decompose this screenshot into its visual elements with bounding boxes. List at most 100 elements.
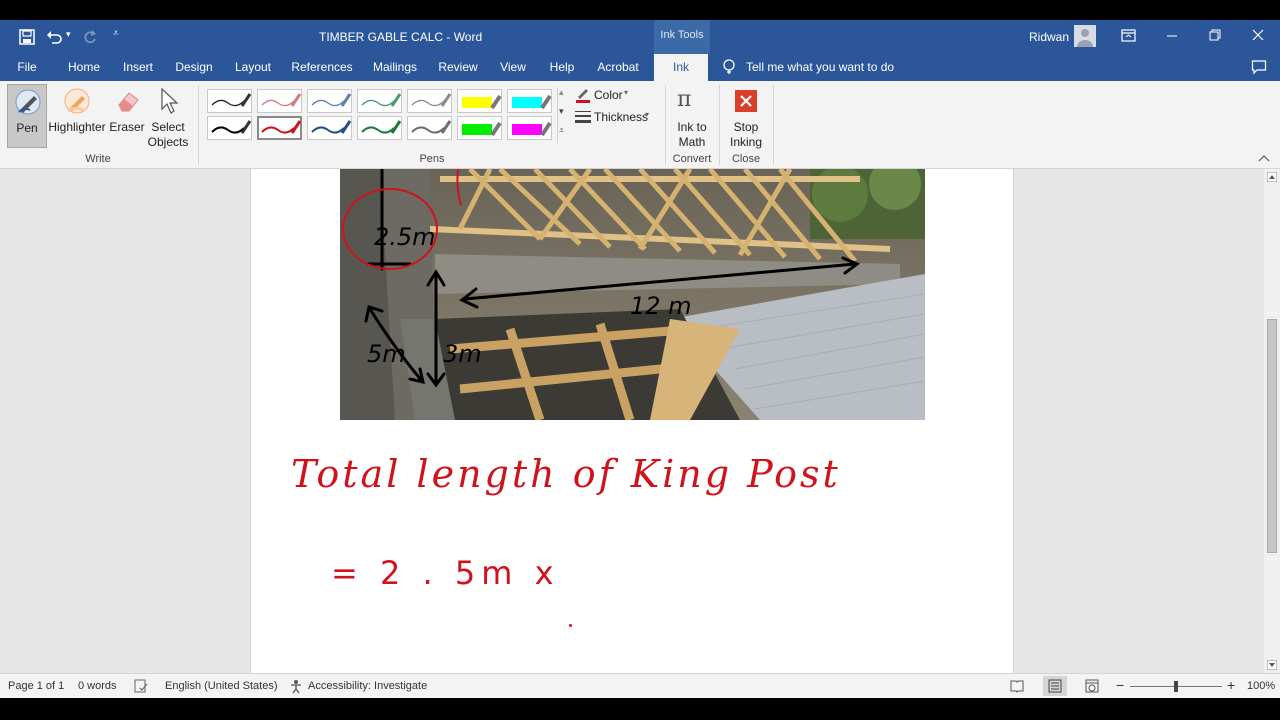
pen-swatch-grey-light[interactable] xyxy=(407,89,452,113)
scroll-down-icon[interactable] xyxy=(1267,660,1277,670)
pen-swatch-black-thin[interactable] xyxy=(207,89,252,113)
highlighter-label: Highlighter xyxy=(48,120,106,134)
highlighter-swatch-yellow[interactable] xyxy=(457,89,502,113)
tab-home[interactable]: Home xyxy=(62,54,106,81)
collapse-ribbon-icon[interactable] xyxy=(1258,154,1270,162)
scroll-up-icon[interactable] xyxy=(1267,172,1277,182)
user-name[interactable]: Ridwan xyxy=(1029,30,1069,44)
pen-label: Pen xyxy=(16,121,38,135)
highlighter-swatch-cyan[interactable] xyxy=(507,89,552,113)
ink-to-math-label-1: Ink to xyxy=(677,120,707,134)
pen-swatch-pink[interactable] xyxy=(257,89,302,113)
separator xyxy=(773,85,774,165)
thickness-dropdown[interactable]: Thickness ▾ xyxy=(575,108,660,126)
ribbon-display-icon[interactable] xyxy=(1121,29,1137,43)
highlighter-swatch-green[interactable] xyxy=(457,116,502,140)
ink-tools-context-header: Ink Tools xyxy=(654,20,710,54)
highlighter-icon xyxy=(64,88,90,114)
wall-annotation: 3m xyxy=(443,340,482,368)
tab-insert[interactable]: Insert xyxy=(118,54,158,81)
word-count[interactable]: 0 words xyxy=(78,680,117,692)
height-annotation: 2.5m xyxy=(374,223,436,251)
zoom-out-button[interactable]: − xyxy=(1116,677,1124,693)
comments-icon[interactable] xyxy=(1251,59,1267,75)
pen-swatch-grey[interactable] xyxy=(407,116,452,140)
read-mode-icon[interactable] xyxy=(1010,679,1024,693)
pen-swatch-green-light[interactable] xyxy=(357,89,402,113)
tab-review[interactable]: Review xyxy=(434,54,482,81)
zoom-slider-thumb[interactable] xyxy=(1174,681,1178,692)
document-title: TIMBER GABLE CALC - Word xyxy=(319,30,483,44)
restore-icon[interactable] xyxy=(1209,29,1221,41)
document-page[interactable]: 2.5m 12 m 5m 3m Total length of King Pos… xyxy=(250,169,1014,673)
ink-to-math-label-2: Math xyxy=(678,135,706,149)
gallery-down-icon[interactable]: ▾ xyxy=(559,106,564,117)
color-dropdown[interactable]: Color ▾ xyxy=(575,86,655,104)
stop-inking-label-1: Stop xyxy=(733,120,759,134)
stop-inking-button[interactable]: Stop Inking xyxy=(722,84,770,149)
tab-file[interactable]: File xyxy=(8,54,46,81)
pen-swatch-blue[interactable] xyxy=(307,116,352,140)
scroll-thumb[interactable] xyxy=(1267,319,1277,553)
pen-swatch-green[interactable] xyxy=(357,116,402,140)
length-annotation: 12 m xyxy=(630,292,692,320)
tab-ink[interactable]: Ink xyxy=(654,54,708,81)
close-icon[interactable] xyxy=(1252,29,1264,41)
eraser-label: Eraser xyxy=(109,120,145,134)
zoom-level[interactable]: 100% xyxy=(1247,680,1275,692)
roof-truss-photo[interactable]: 2.5m 12 m 5m 3m xyxy=(340,169,925,420)
undo-icon[interactable] xyxy=(46,29,64,45)
customize-qat-icon[interactable]: ⩡ xyxy=(113,28,119,39)
tab-design[interactable]: Design xyxy=(170,54,218,81)
tab-help[interactable]: Help xyxy=(543,54,581,81)
ink-to-math-button[interactable]: π Ink to Math xyxy=(668,84,716,149)
gallery-up-icon[interactable]: ▴ xyxy=(559,87,564,98)
tell-me-search[interactable]: Tell me what you want to do xyxy=(746,54,896,81)
separator xyxy=(198,85,199,165)
tab-view[interactable]: View xyxy=(494,54,532,81)
select-label-1: Select xyxy=(151,120,185,134)
pen-swatch-blue-light[interactable] xyxy=(307,89,352,113)
ribbon-tabs: File Home Insert Design Layout Reference… xyxy=(0,54,1280,81)
accessibility-status[interactable]: Accessibility: Investigate xyxy=(308,680,427,692)
accessibility-icon[interactable] xyxy=(289,679,304,694)
pen-icon xyxy=(15,89,41,115)
handwritten-line-1[interactable]: Total length of King Post xyxy=(291,452,841,496)
gallery-more-icon[interactable]: ⩡ xyxy=(559,125,564,136)
web-layout-icon[interactable] xyxy=(1085,679,1099,693)
tab-mailings[interactable]: Mailings xyxy=(367,54,423,81)
highlighter-button[interactable]: Highlighter xyxy=(48,84,106,148)
zoom-in-button[interactable]: + xyxy=(1227,677,1235,693)
gallery-scroll[interactable]: ▴ ▾ ⩡ xyxy=(557,87,569,143)
pens-group-label: Pens xyxy=(419,153,445,165)
color-label: Color xyxy=(594,88,623,102)
status-bar: Page 1 of 1 0 words English (United Stat… xyxy=(0,673,1280,698)
tab-layout[interactable]: Layout xyxy=(229,54,277,81)
side-annotation: 5m xyxy=(367,340,406,368)
proofing-icon[interactable] xyxy=(134,679,148,693)
language[interactable]: English (United States) xyxy=(165,680,278,692)
chevron-down-icon: ▾ xyxy=(645,110,650,119)
tab-acrobat[interactable]: Acrobat xyxy=(592,54,644,81)
eraser-icon xyxy=(118,92,139,112)
page-count[interactable]: Page 1 of 1 xyxy=(8,680,64,692)
undo-dropdown-icon[interactable]: ▾ xyxy=(66,29,71,40)
write-group-label: Write xyxy=(85,153,111,165)
avatar[interactable] xyxy=(1074,25,1096,47)
save-icon[interactable] xyxy=(19,29,35,45)
vertical-scrollbar[interactable] xyxy=(1264,169,1280,673)
eraser-button[interactable]: Eraser xyxy=(108,84,146,148)
print-layout-button[interactable] xyxy=(1043,676,1067,696)
select-objects-button[interactable]: Select Objects xyxy=(146,84,190,149)
title-bar: ▾ ⩡ TIMBER GABLE CALC - Word Ink Tools R… xyxy=(0,20,1280,54)
ink-dot xyxy=(569,624,572,627)
handwritten-line-2[interactable]: = 2 . 5m x xyxy=(331,554,560,592)
pen-swatch-black[interactable] xyxy=(207,116,252,140)
pen-swatch-red-selected[interactable] xyxy=(257,116,302,140)
ribbon: Pen Highlighter Eraser Select Objects Wr… xyxy=(0,81,1280,169)
tab-references[interactable]: References xyxy=(288,54,356,81)
highlighter-swatch-magenta[interactable] xyxy=(507,116,552,140)
minimize-icon[interactable] xyxy=(1166,30,1178,42)
pen-button[interactable]: Pen xyxy=(7,84,47,148)
redo-icon[interactable] xyxy=(82,29,98,45)
